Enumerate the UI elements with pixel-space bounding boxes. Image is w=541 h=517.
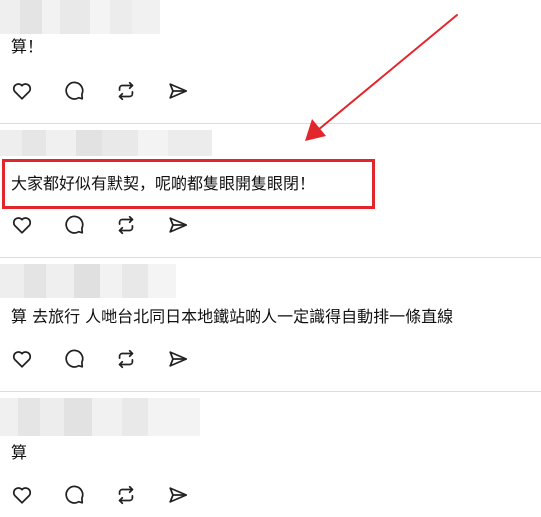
annotation-arrow-icon — [305, 14, 458, 141]
